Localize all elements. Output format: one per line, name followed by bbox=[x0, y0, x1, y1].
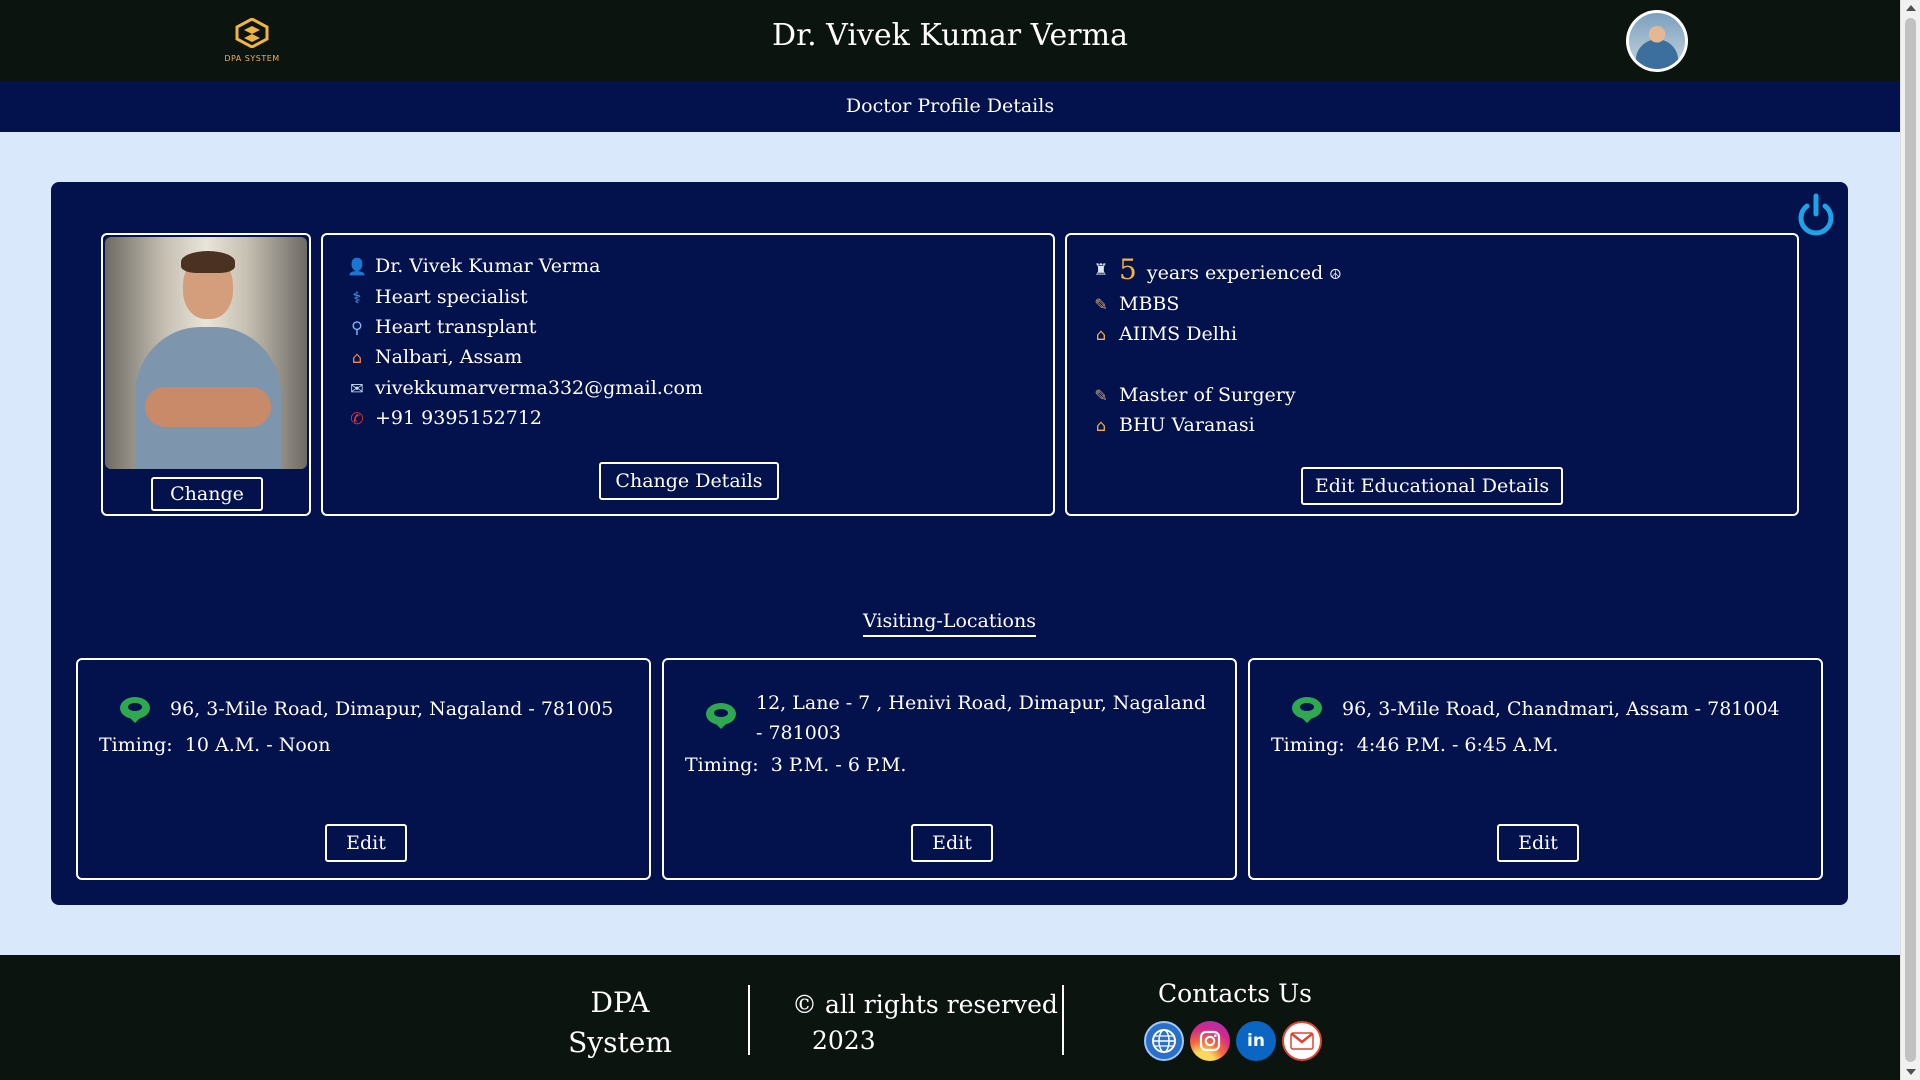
instagram-icon[interactable] bbox=[1190, 1021, 1230, 1061]
profile-expertise: Heart transplant bbox=[375, 316, 537, 338]
education-card: ♜ 5 years experienced ☮ ✎ MBBS ⌂ AIIMS D… bbox=[1065, 233, 1799, 516]
school-icon: ⌂ bbox=[1095, 324, 1107, 344]
timing-label: Timing: bbox=[99, 734, 173, 756]
location-address: 96, 3-Mile Road, Dimapur, Nagaland - 781… bbox=[170, 698, 614, 720]
footer-divider bbox=[1062, 985, 1064, 1055]
footer-brand: DPA System bbox=[568, 986, 672, 1059]
scrollbar[interactable] bbox=[1900, 0, 1920, 1080]
scroll-up-icon[interactable] bbox=[1906, 5, 1916, 11]
globe-icon[interactable] bbox=[1144, 1021, 1184, 1061]
top-header: DPA SYSTEM Dr. Vivek Kumar Verma bbox=[0, 0, 1900, 81]
location-timing: 10 A.M. - Noon bbox=[184, 734, 331, 756]
profile-location: Nalbari, Assam bbox=[375, 346, 523, 368]
profile-phone: +91 9395152712 bbox=[375, 407, 543, 429]
photo-card: Change bbox=[101, 233, 311, 516]
doctor-name-title: Dr. Vivek Kumar Verma bbox=[772, 18, 1128, 53]
edit-education-button[interactable]: Edit Educational Details bbox=[1301, 467, 1563, 505]
diploma-icon: ✎ bbox=[1094, 385, 1108, 405]
location-card: 96, 3-Mile Road, Chandmari, Assam - 7810… bbox=[1248, 658, 1823, 880]
location-card: 96, 3-Mile Road, Dimapur, Nagaland - 781… bbox=[76, 658, 651, 880]
footer-rights: © all rights reserved 2023 bbox=[792, 987, 1058, 1059]
profile-email: vivekkumarverma332@gmail.com bbox=[375, 377, 703, 399]
location-card: 12, Lane - 7 , Henivi Road, Dimapur, Nag… bbox=[662, 658, 1237, 880]
profile-panel: Change 👤 Dr. Vivek Kumar Verma ⚕ Heart s… bbox=[51, 182, 1848, 905]
visiting-locations-heading: Visiting-Locations bbox=[51, 610, 1848, 637]
rights-text: © all rights reserved bbox=[792, 990, 1058, 1019]
email-icon: ✉ bbox=[350, 378, 364, 398]
timing-label: Timing: bbox=[1271, 734, 1345, 756]
scroll-down-icon[interactable] bbox=[1906, 1069, 1916, 1075]
location-address: 96, 3-Mile Road, Chandmari, Assam - 7810… bbox=[1342, 698, 1780, 720]
degree-2: Master of Surgery bbox=[1119, 384, 1296, 406]
phone-icon: ✆ bbox=[350, 408, 364, 428]
timing-label: Timing: bbox=[685, 754, 759, 776]
peace-symbol: ☮ bbox=[1329, 267, 1342, 283]
location-pin-icon bbox=[120, 697, 150, 723]
power-icon[interactable] bbox=[1795, 192, 1837, 240]
rights-year: 2023 bbox=[812, 1026, 876, 1055]
logo-text: DPA SYSTEM bbox=[224, 54, 280, 63]
social-links: in bbox=[1144, 1021, 1322, 1061]
gmail-icon[interactable] bbox=[1282, 1021, 1322, 1061]
edit-location-button[interactable]: Edit bbox=[911, 824, 993, 862]
house-icon: ⌂ bbox=[351, 347, 363, 367]
degree-1: MBBS bbox=[1119, 293, 1180, 315]
doctor-photo bbox=[105, 237, 307, 469]
footer-divider bbox=[748, 985, 750, 1055]
change-details-button[interactable]: Change Details bbox=[599, 462, 779, 500]
institute-2: BHU Varanasi bbox=[1119, 414, 1255, 436]
location-timing: 3 P.M. - 6 P.M. bbox=[770, 754, 907, 776]
page-subtitle: Doctor Profile Details bbox=[0, 81, 1900, 132]
location-pin-icon bbox=[1292, 697, 1322, 723]
avatar[interactable] bbox=[1626, 10, 1688, 72]
location-pin-icon bbox=[706, 703, 736, 729]
footer: DPA System © all rights reserved 2023 Co… bbox=[0, 955, 1900, 1080]
personal-info-card: 👤 Dr. Vivek Kumar Verma ⚕ Heart speciali… bbox=[321, 233, 1055, 516]
institute-1: AIIMS Delhi bbox=[1119, 323, 1238, 345]
diploma-icon: ✎ bbox=[1094, 294, 1108, 314]
edit-location-button[interactable]: Edit bbox=[1497, 824, 1579, 862]
scroll-thumb[interactable] bbox=[1905, 18, 1916, 1062]
linkedin-icon[interactable]: in bbox=[1236, 1021, 1276, 1061]
contacts-heading: Contacts Us bbox=[1158, 979, 1312, 1008]
profile-name: Dr. Vivek Kumar Verma bbox=[375, 255, 601, 277]
location-timing: 4:46 P.M. - 6:45 A.M. bbox=[1356, 734, 1559, 756]
experience-years: 5 bbox=[1119, 253, 1137, 286]
stethoscope-icon: ⚲ bbox=[351, 317, 363, 337]
lab-coat-icon: ♜ bbox=[1093, 260, 1109, 279]
profile-specialty: Heart specialist bbox=[375, 286, 528, 308]
change-photo-button[interactable]: Change bbox=[151, 477, 263, 511]
doctor-icon: 👤 bbox=[347, 256, 367, 276]
edit-location-button[interactable]: Edit bbox=[325, 824, 407, 862]
experience-text: years experienced bbox=[1146, 262, 1324, 284]
location-address: 12, Lane - 7 , Henivi Road, Dimapur, Nag… bbox=[756, 692, 1207, 744]
caduceus-icon: ⚕ bbox=[352, 287, 362, 307]
school-icon: ⌂ bbox=[1095, 415, 1107, 435]
